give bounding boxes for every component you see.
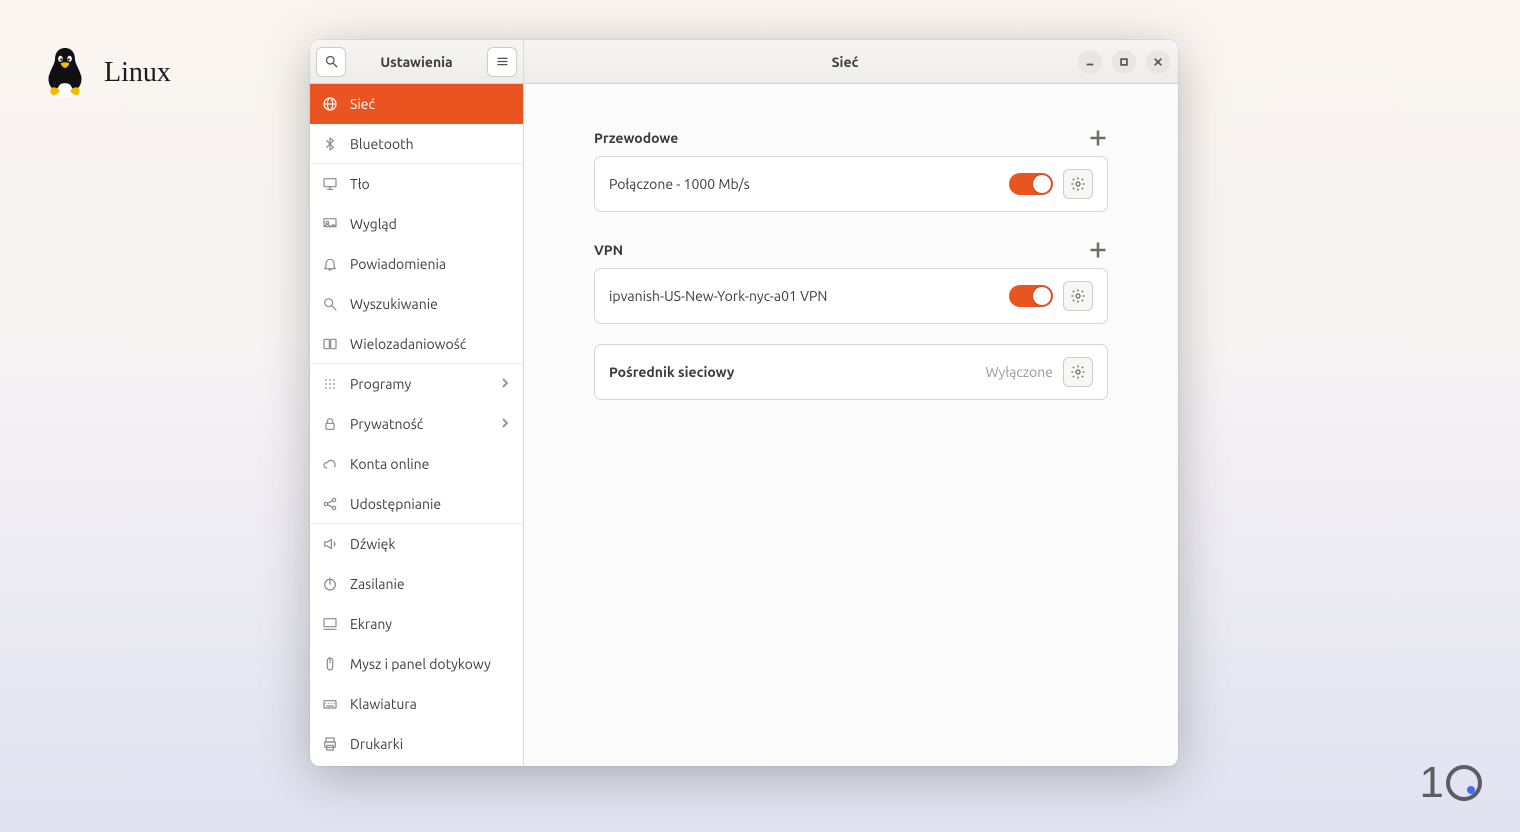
sidebar-item-label: Drukarki	[350, 736, 511, 752]
tux-icon	[40, 45, 90, 100]
sidebar-item-label: Wielozadaniowość	[350, 336, 511, 352]
sidebar-item-network[interactable]: Sieć	[310, 84, 523, 124]
search-icon	[324, 54, 339, 69]
proxy-label: Pośrednik sieciowy	[609, 364, 976, 380]
chevron-right-icon	[499, 416, 511, 432]
sidebar-item-label: Wygląd	[350, 216, 511, 232]
watermark-10: 1	[1420, 758, 1482, 808]
sidebar-item-online[interactable]: Konta online	[310, 444, 523, 484]
appearance-icon	[322, 216, 338, 232]
close-icon	[1153, 57, 1163, 67]
sidebar-item-background[interactable]: Tło	[310, 164, 523, 204]
os-label-text: Linux	[104, 57, 171, 89]
sidebar-item-power[interactable]: Zasilanie	[310, 564, 523, 604]
lock-icon	[322, 416, 338, 432]
minimize-icon	[1085, 57, 1095, 67]
sidebar-item-label: Wyszukiwanie	[350, 296, 511, 312]
search-button[interactable]	[316, 47, 346, 77]
maximize-button[interactable]	[1112, 50, 1136, 74]
sidebar-item-label: Programy	[350, 376, 487, 392]
wired-toggle[interactable]	[1009, 173, 1053, 195]
sidebar-item-displays[interactable]: Ekrany	[310, 604, 523, 644]
add-wired-button[interactable]	[1088, 128, 1108, 148]
hamburger-icon	[495, 54, 510, 69]
vpn-card: ipvanish-US-New-York-nyc-a01 VPN	[594, 268, 1108, 324]
gear-icon	[1070, 364, 1086, 380]
wired-card: Połączone - 1000 Mb/s	[594, 156, 1108, 212]
sidebar-header: Ustawienia	[310, 40, 523, 84]
search-icon	[322, 296, 338, 312]
sidebar-item-multitasking[interactable]: Wielozadaniowość	[310, 324, 523, 364]
maximize-icon	[1119, 57, 1129, 67]
content: Przewodowe Połączone - 1000 Mb/s VPN	[524, 84, 1178, 428]
gear-icon	[1070, 288, 1086, 304]
grid-icon	[322, 376, 338, 392]
sidebar-item-label: Klawiatura	[350, 696, 511, 712]
wired-section-title: Przewodowe	[594, 130, 678, 146]
proxy-status: Wyłączone	[986, 364, 1053, 380]
sidebar-item-label: Powiadomienia	[350, 256, 511, 272]
settings-window: Ustawienia Sieć Bluetooth Tło Wygląd Powiado…	[310, 40, 1178, 766]
mouse-icon	[322, 656, 338, 672]
sidebar-item-label: Zasilanie	[350, 576, 511, 592]
sidebar-item-sound[interactable]: Dźwięk	[310, 524, 523, 564]
chevron-right-icon	[499, 376, 511, 392]
sidebar-item-notifications[interactable]: Powiadomienia	[310, 244, 523, 284]
power-icon	[322, 576, 338, 592]
sidebar-item-label: Konta online	[350, 456, 511, 472]
minimize-button[interactable]	[1078, 50, 1102, 74]
main-header: Sieć	[524, 40, 1178, 84]
sidebar-item-apps[interactable]: Programy	[310, 364, 523, 404]
plus-icon	[1088, 240, 1108, 260]
cloud-icon	[322, 456, 338, 472]
sidebar-items: Sieć Bluetooth Tło Wygląd Powiadomienia Wyszu…	[310, 84, 523, 766]
sidebar-item-label: Bluetooth	[350, 136, 511, 152]
proxy-settings-button[interactable]	[1063, 357, 1093, 387]
close-button[interactable]	[1146, 50, 1170, 74]
display-icon	[322, 616, 338, 632]
sidebar-item-mouse[interactable]: Mysz i panel dotykowy	[310, 644, 523, 684]
sidebar-item-label: Prywatność	[350, 416, 487, 432]
sidebar-item-sharing[interactable]: Udostępnianie	[310, 484, 523, 524]
sidebar-item-label: Sieć	[350, 96, 511, 112]
vpn-section-title: VPN	[594, 242, 623, 258]
sidebar-item-search[interactable]: Wyszukiwanie	[310, 284, 523, 324]
globe-icon	[322, 96, 338, 112]
sidebar-item-privacy[interactable]: Prywatność	[310, 404, 523, 444]
multitask-icon	[322, 336, 338, 352]
vpn-toggle[interactable]	[1009, 285, 1053, 307]
sidebar-item-keyboard[interactable]: Klawiatura	[310, 684, 523, 724]
plus-icon	[1088, 128, 1108, 148]
vpn-name: ipvanish-US-New-York-nyc-a01 VPN	[609, 288, 999, 304]
gear-icon	[1070, 176, 1086, 192]
sidebar-item-label: Mysz i panel dotykowy	[350, 656, 511, 672]
desktop-icon	[322, 176, 338, 192]
sidebar-title: Ustawienia	[352, 54, 481, 70]
watermark-zero	[1446, 765, 1482, 801]
vpn-settings-button[interactable]	[1063, 281, 1093, 311]
main-panel: Sieć Przewodowe Połączone - 1000 Mb/s	[524, 40, 1178, 766]
sidebar-item-label: Dźwięk	[350, 536, 511, 552]
proxy-card: Pośrednik sieciowy Wyłączone	[594, 344, 1108, 400]
keyboard-icon	[322, 696, 338, 712]
sound-icon	[322, 536, 338, 552]
sidebar-item-label: Udostępnianie	[350, 496, 511, 512]
wired-status: Połączone - 1000 Mb/s	[609, 176, 999, 192]
add-vpn-button[interactable]	[1088, 240, 1108, 260]
watermark-one: 1	[1420, 758, 1444, 808]
sidebar-item-printers[interactable]: Drukarki	[310, 724, 523, 764]
sidebar-item-label: Tło	[350, 176, 511, 192]
bell-icon	[322, 256, 338, 272]
bluetooth-icon	[322, 136, 338, 152]
sidebar-item-appearance[interactable]: Wygląd	[310, 204, 523, 244]
printer-icon	[322, 736, 338, 752]
sidebar-item-label: Ekrany	[350, 616, 511, 632]
os-label: Linux	[40, 45, 171, 100]
page-title: Sieć	[612, 54, 1078, 70]
sidebar: Ustawienia Sieć Bluetooth Tło Wygląd Powiado…	[310, 40, 524, 766]
wired-settings-button[interactable]	[1063, 169, 1093, 199]
sidebar-item-bluetooth[interactable]: Bluetooth	[310, 124, 523, 164]
share-icon	[322, 496, 338, 512]
hamburger-button[interactable]	[487, 47, 517, 77]
